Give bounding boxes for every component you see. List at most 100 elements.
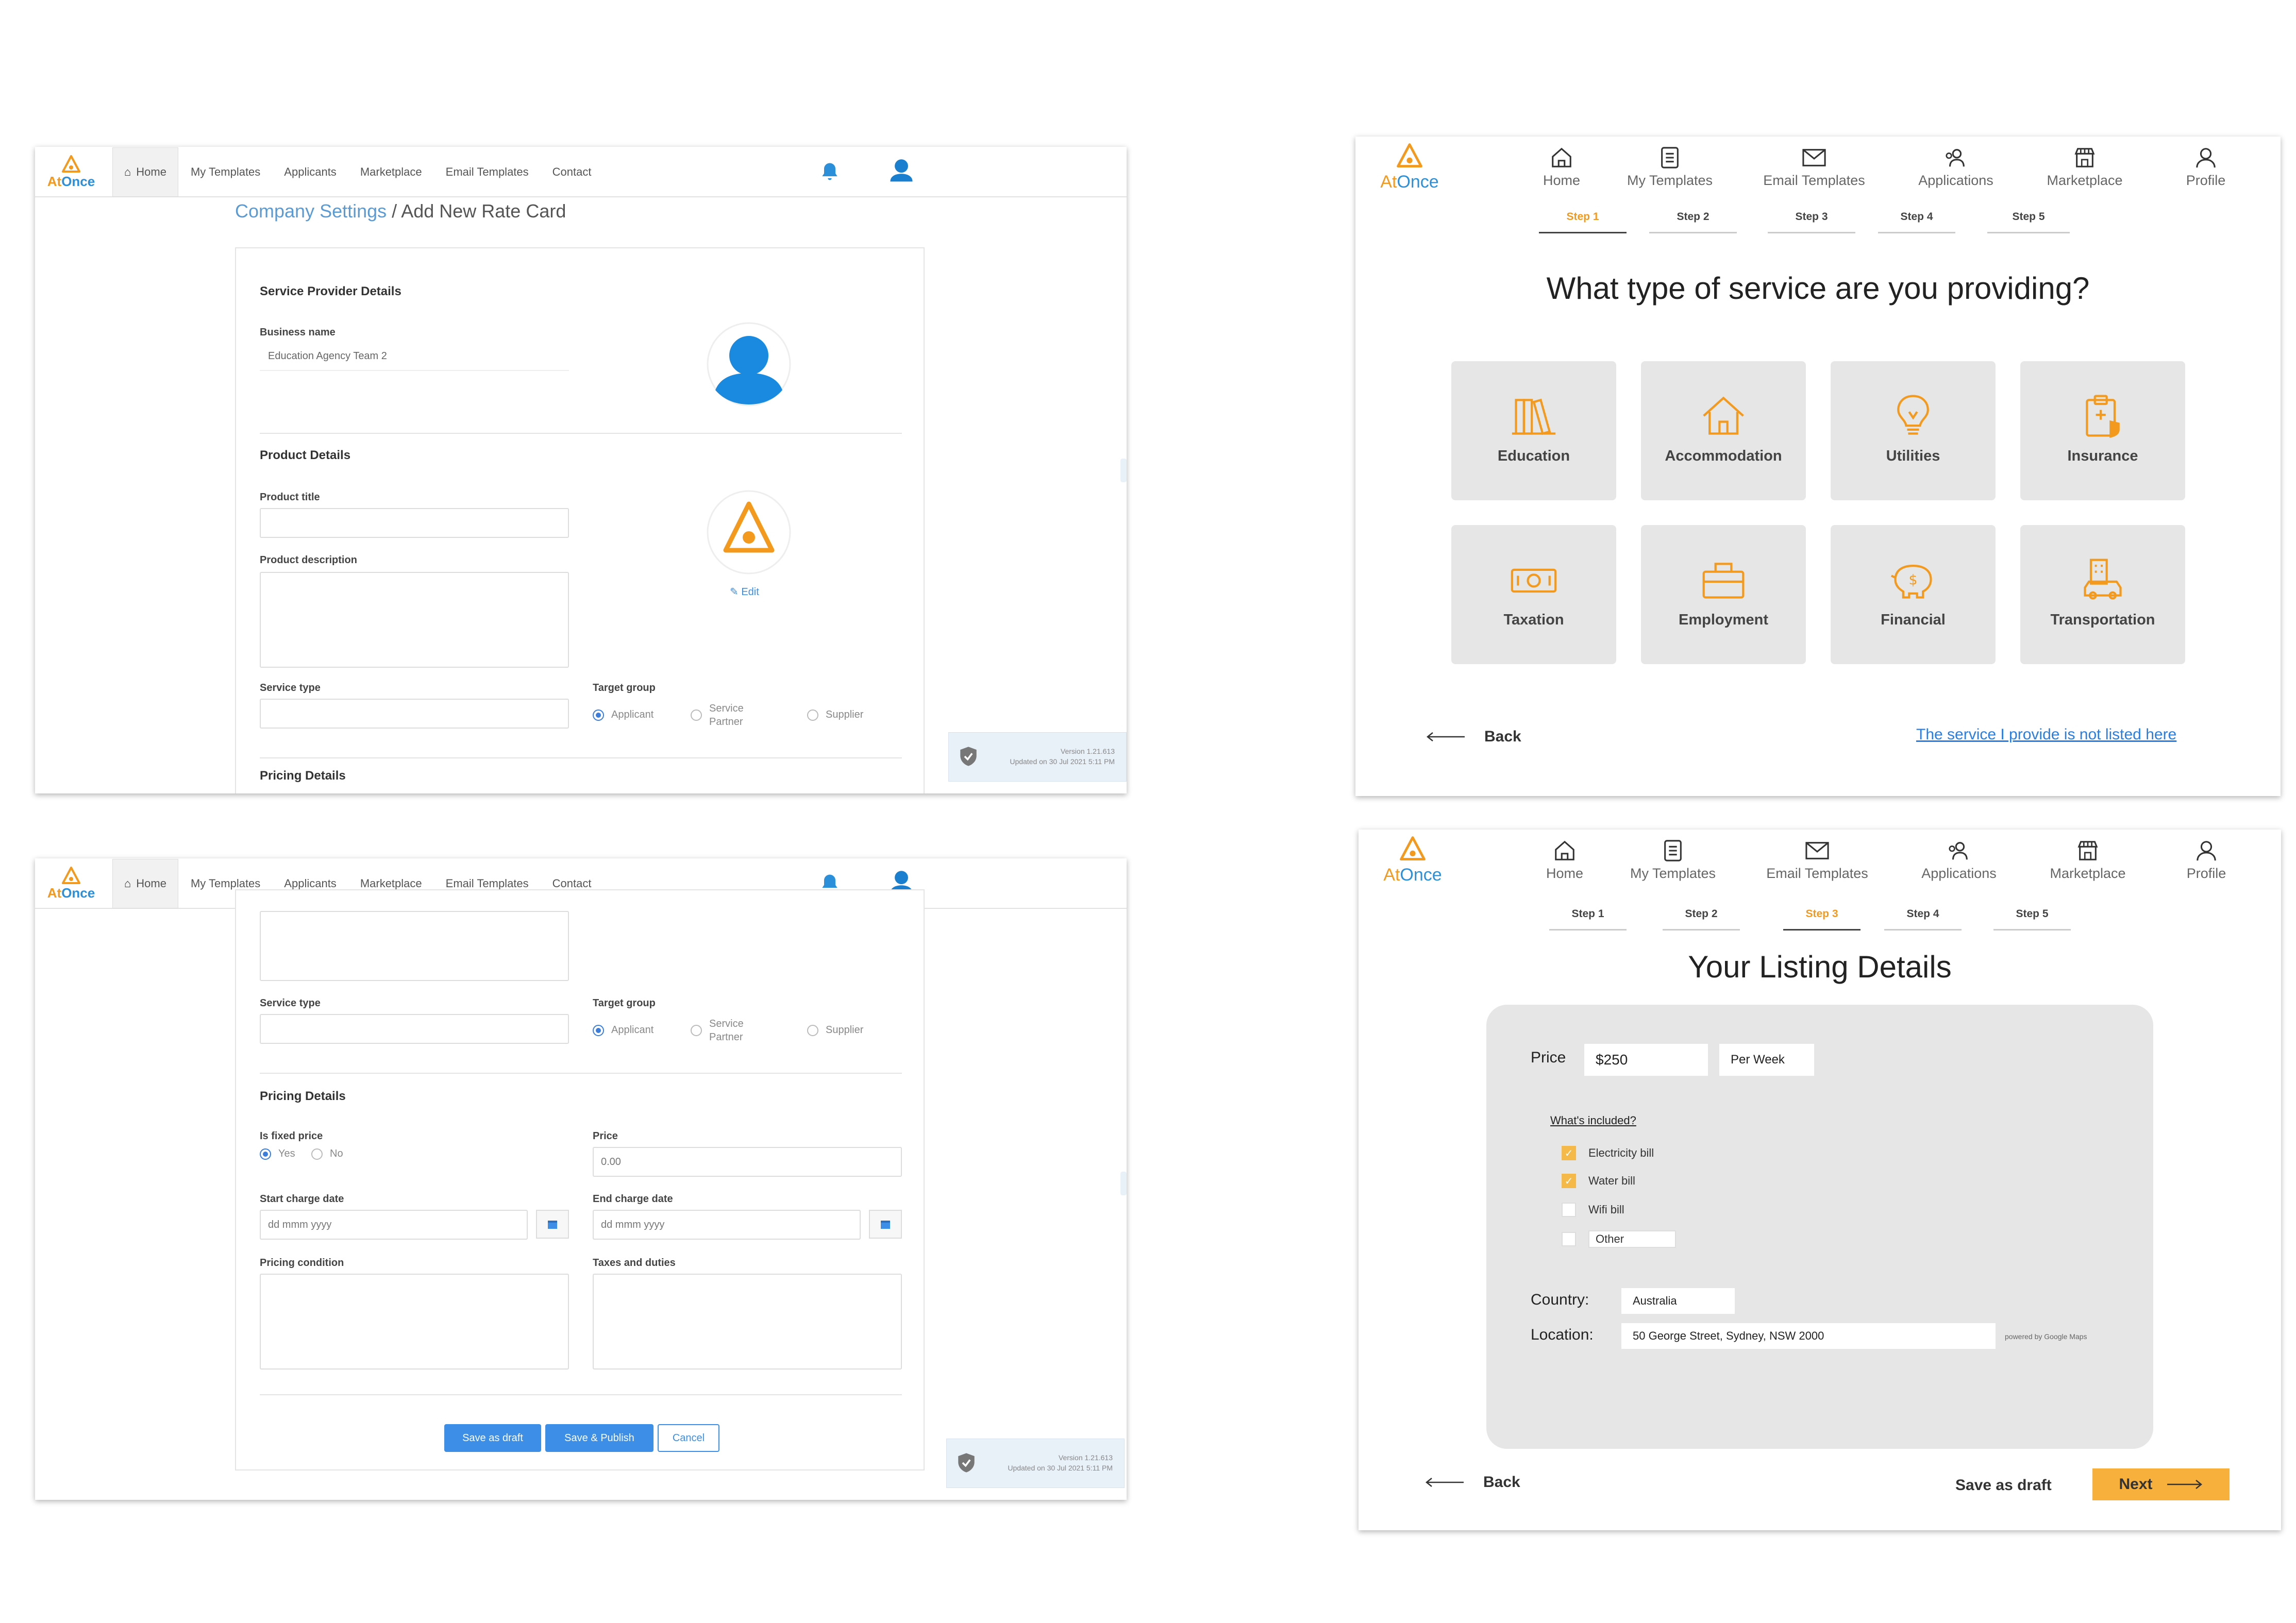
nav-my-templates[interactable]: My Templates xyxy=(191,165,260,179)
end-date-calendar-button[interactable] xyxy=(869,1210,902,1239)
service-type-input[interactable] xyxy=(260,1014,569,1044)
start-date-input[interactable]: dd mmm yyyy xyxy=(260,1210,528,1240)
checkbox-water[interactable]: ✓ Water bill xyxy=(1562,1174,1635,1188)
nav-contact[interactable]: Contact xyxy=(552,877,592,890)
next-button[interactable]: Next xyxy=(2092,1468,2230,1500)
country-select[interactable]: Australia xyxy=(1621,1288,1735,1314)
radio-applicant-circle xyxy=(593,1024,604,1036)
business-name-field[interactable]: Education Agency Team 2 xyxy=(260,350,569,371)
step-5[interactable]: Step 5 xyxy=(1993,908,2071,931)
checkbox-electricity[interactable]: ✓ Electricity bill xyxy=(1562,1146,1654,1160)
save-as-draft-button[interactable]: Save as draft xyxy=(1955,1477,2052,1494)
step-1[interactable]: Step 1 xyxy=(1549,908,1627,931)
step-5[interactable]: Step 5 xyxy=(1987,211,2070,233)
radio-applicant[interactable]: Applicant xyxy=(593,1024,653,1036)
nav-profile[interactable]: Profile xyxy=(2170,836,2242,882)
nav-contact[interactable]: Contact xyxy=(552,165,592,179)
nav-my-templates[interactable]: My Templates xyxy=(1621,836,1724,882)
nav-applicants[interactable]: Applicants xyxy=(284,165,337,179)
service-not-listed-link[interactable]: The service I provide is not listed here xyxy=(1916,726,2176,743)
price-period-select[interactable]: Per Week xyxy=(1719,1044,1814,1076)
back-button[interactable]: Back xyxy=(1426,728,1521,746)
radio-service-partner[interactable]: Service Partner xyxy=(691,1017,756,1044)
checkbox-other[interactable]: Other xyxy=(1562,1230,1676,1248)
nav-email-templates[interactable]: Email Templates xyxy=(1757,143,1871,189)
nav-applications[interactable]: Applications xyxy=(1910,836,2008,882)
tile-financial[interactable]: $ Financial xyxy=(1831,525,1996,664)
nav-email-templates[interactable]: Email Templates xyxy=(1761,836,1874,882)
nav-home[interactable]: ⌂ Home xyxy=(112,147,178,197)
nav-home[interactable]: ⌂ Home xyxy=(112,859,178,908)
service-type-input[interactable] xyxy=(260,699,569,729)
radio-fixed-no[interactable]: No xyxy=(311,1148,343,1160)
price-input[interactable]: 0.00 xyxy=(593,1147,902,1177)
step-3[interactable]: Step 3 xyxy=(1783,908,1861,931)
business-avatar-icon[interactable] xyxy=(705,320,793,408)
bell-icon[interactable] xyxy=(818,160,841,183)
breadcrumb-separator: / xyxy=(392,200,397,222)
product-description-textarea[interactable] xyxy=(260,572,569,668)
atonce-logo[interactable]: AtOnce xyxy=(1379,835,1446,884)
nav-home[interactable]: Home xyxy=(1526,143,1598,189)
product-title-input[interactable] xyxy=(260,508,569,538)
location-label: Location: xyxy=(1531,1326,1594,1343)
checkbox-wifi[interactable]: Wifi bill xyxy=(1562,1203,1624,1217)
nav-my-templates[interactable]: My Templates xyxy=(1618,143,1721,189)
radio-service-partner[interactable]: Service Partner xyxy=(691,702,756,729)
price-input[interactable]: $250 xyxy=(1584,1044,1708,1076)
email-icon xyxy=(1805,842,1829,859)
atonce-logo-icon xyxy=(62,867,80,884)
step-2[interactable]: Step 2 xyxy=(1663,908,1740,931)
location-input[interactable]: 50 George Street, Sydney, NSW 2000 xyxy=(1621,1323,1996,1349)
cancel-button[interactable]: Cancel xyxy=(658,1424,719,1452)
radio-applicant[interactable]: Applicant xyxy=(593,709,653,721)
nav-marketplace[interactable]: Marketplace xyxy=(360,165,422,179)
breadcrumb: Company Settings / Add New Rate Card xyxy=(235,200,566,222)
home-icon xyxy=(1552,147,1571,167)
nav-applications[interactable]: Applications xyxy=(1907,143,2005,189)
step-1[interactable]: Step 1 xyxy=(1539,211,1627,233)
step-4[interactable]: Step 4 xyxy=(1884,908,1962,931)
nav-email-templates[interactable]: Email Templates xyxy=(446,877,529,890)
nav-marketplace[interactable]: Marketplace xyxy=(2039,836,2137,882)
edit-logo-link[interactable]: ✎ Edit xyxy=(730,585,759,598)
tile-transportation[interactable]: Transportation xyxy=(2020,525,2185,664)
tile-taxation[interactable]: Taxation xyxy=(1451,525,1616,664)
atonce-logo[interactable]: AtOnce xyxy=(1376,142,1443,191)
nav-applicants[interactable]: Applicants xyxy=(284,877,337,890)
user-avatar-icon[interactable] xyxy=(888,157,915,186)
radio-supplier[interactable]: Supplier xyxy=(807,709,863,721)
radio-fixed-yes[interactable]: Yes xyxy=(260,1148,295,1160)
nav-profile[interactable]: Profile xyxy=(2170,143,2242,189)
atonce-logo[interactable]: AtOnce xyxy=(45,866,97,903)
nav-email-templates[interactable]: Email Templates xyxy=(446,165,529,179)
tile-insurance[interactable]: Insurance xyxy=(2020,361,2185,500)
radio-supplier[interactable]: Supplier xyxy=(807,1024,863,1036)
tile-utilities[interactable]: Utilities xyxy=(1831,361,1996,500)
nav-marketplace[interactable]: Marketplace xyxy=(360,877,422,890)
tile-employment[interactable]: Employment xyxy=(1641,525,1806,664)
taxes-textarea[interactable] xyxy=(593,1274,902,1370)
breadcrumb-company-settings[interactable]: Company Settings xyxy=(235,200,387,222)
pricing-condition-textarea[interactable] xyxy=(260,1274,569,1370)
profile-icon xyxy=(2196,148,2216,168)
start-date-calendar-button[interactable] xyxy=(536,1210,569,1239)
product-logo-icon[interactable] xyxy=(705,488,793,576)
nav-home[interactable]: Home xyxy=(1529,836,1601,882)
side-tab-handle[interactable] xyxy=(1120,459,1127,482)
product-description-textarea[interactable] xyxy=(260,911,569,981)
tile-education[interactable]: Education xyxy=(1451,361,1616,500)
atonce-logo[interactable]: AtOnce xyxy=(45,154,97,191)
back-button[interactable]: Back xyxy=(1424,1474,1520,1491)
side-tab-handle[interactable] xyxy=(1120,1172,1127,1195)
step-3[interactable]: Step 3 xyxy=(1768,211,1855,233)
step-4[interactable]: Step 4 xyxy=(1878,211,1955,233)
end-date-input[interactable]: dd mmm yyyy xyxy=(593,1210,861,1240)
save-draft-button[interactable]: Save as draft xyxy=(444,1424,541,1452)
end-date-label: End charge date xyxy=(593,1193,673,1205)
save-publish-button[interactable]: Save & Publish xyxy=(545,1424,653,1452)
nav-marketplace[interactable]: Marketplace xyxy=(2036,143,2134,189)
step-2[interactable]: Step 2 xyxy=(1649,211,1737,233)
tile-accommodation[interactable]: Accommodation xyxy=(1641,361,1806,500)
nav-my-templates[interactable]: My Templates xyxy=(191,877,260,890)
